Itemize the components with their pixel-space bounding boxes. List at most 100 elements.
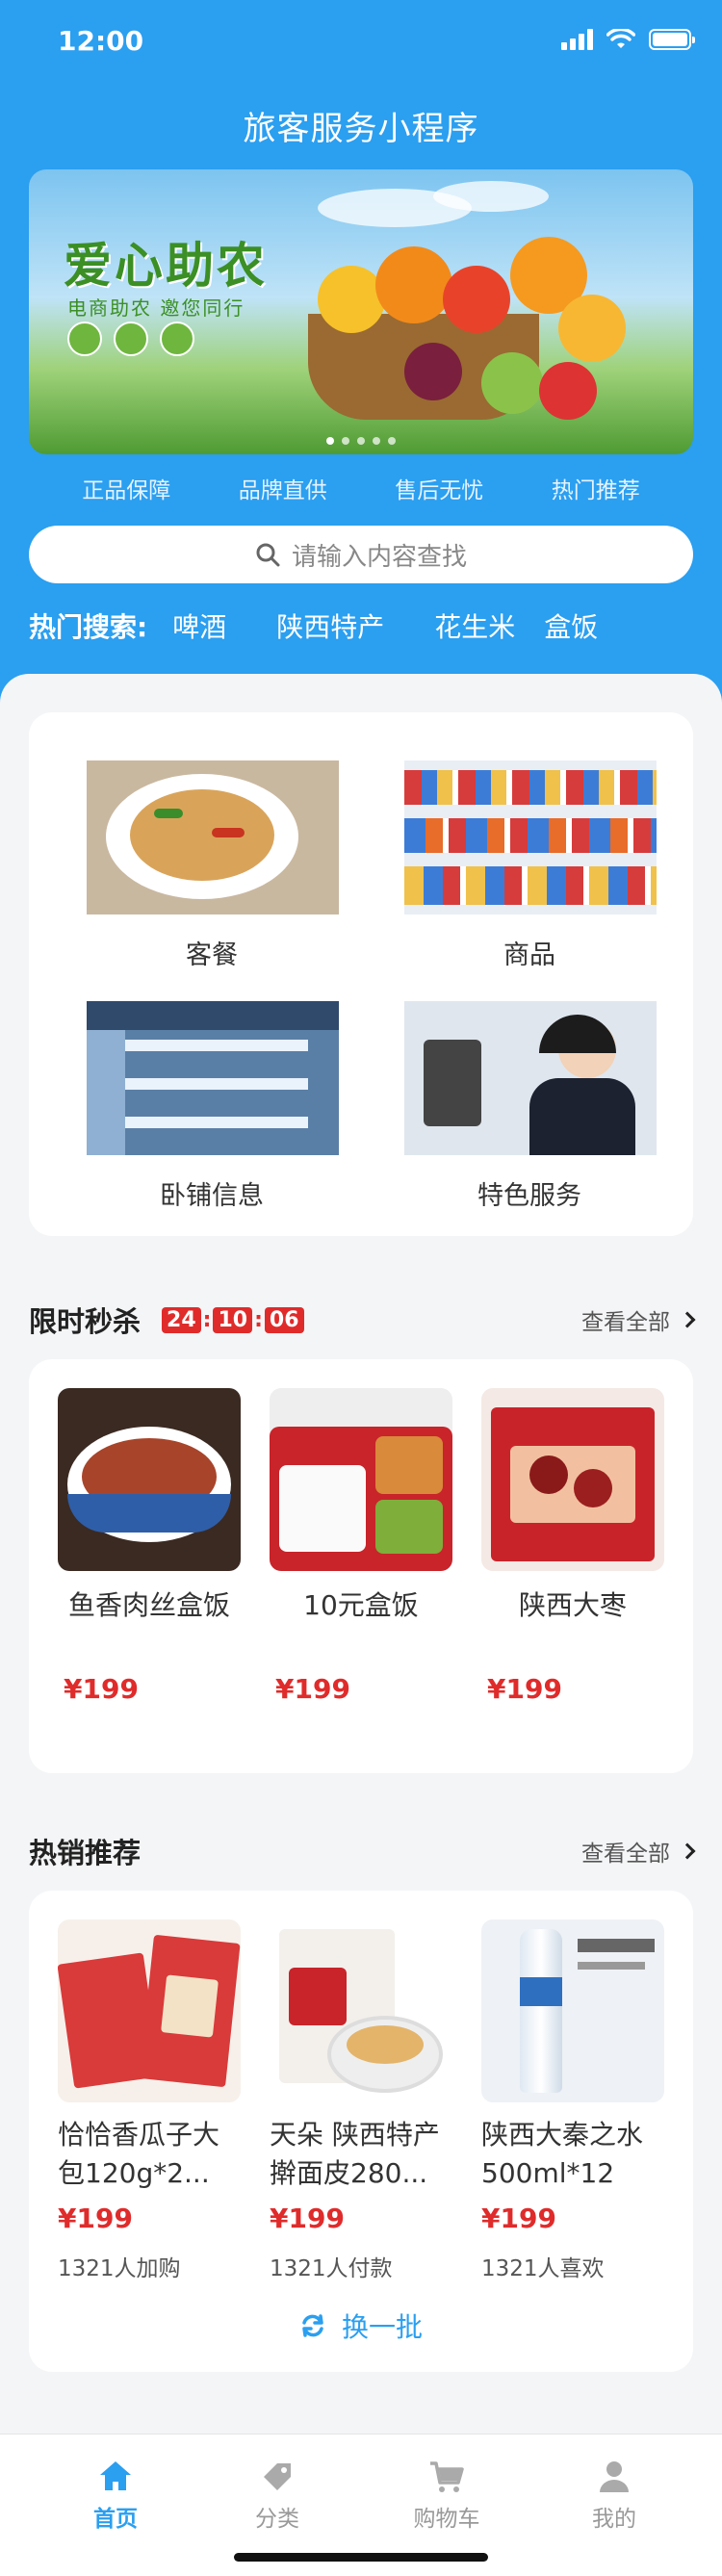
refresh-button[interactable]: 换一批 (29, 2306, 693, 2345)
banner-subtitle: 电商助农 邀您同行 (67, 296, 245, 320)
search-icon (256, 543, 280, 567)
tab-label: 购物车 (413, 2507, 480, 2532)
status-bar: 12:00 (0, 0, 722, 85)
product-price: ¥199 (275, 1673, 350, 1705)
countdown-timer: 24 : 10 : 06 (162, 1306, 304, 1333)
product-name: 10元盒饭 (303, 1589, 419, 1621)
hot-sale-list: 恰恰香瓜子大包120g*2... ¥199 1321人加购 天朵 陕西特产擀面皮… (29, 1891, 693, 2372)
category-special-service[interactable]: 特色服务 (404, 1001, 657, 1212)
category-dining[interactable]: 客餐 (87, 760, 339, 971)
hot-sale-header: 热销推荐 查看全部 (29, 1831, 696, 1871)
cart-icon (430, 2461, 464, 2492)
countdown-seconds: 06 (264, 1306, 304, 1333)
fruit-basket-image (289, 227, 655, 439)
chevron-right-icon (679, 1311, 696, 1328)
category-label: 客餐 (186, 940, 238, 970)
store-shelf-image (404, 760, 657, 914)
category-grid: 客餐 商品 卧铺信息 特色服务 (29, 712, 693, 1236)
product-price: ¥199 (481, 2202, 556, 2234)
hot-search-bar: 热门搜索: 啤酒 陕西特产 花生米 盒饭 (29, 606, 648, 645)
status-time: 12:00 (58, 25, 144, 57)
product-stat: 1321人付款 (270, 2256, 393, 2281)
feature-genuine: 正品保障 (82, 478, 171, 503)
search-placeholder: 请输入内容查找 (291, 542, 467, 572)
product-image (270, 1388, 452, 1571)
feature-after-sale: 售后无忧 (395, 478, 484, 503)
flash-sale-header: 限时秒杀 24 : 10 : 06 查看全部 (29, 1300, 696, 1340)
product-name: 鱼香肉丝盒饭 (67, 1589, 230, 1621)
countdown-hours: 24 (162, 1306, 201, 1333)
tab-category[interactable]: 分类 (229, 2458, 325, 2533)
flash-sale-view-all[interactable]: 查看全部 (581, 1303, 696, 1336)
product-card[interactable]: 陕西大秦之水500ml*12 ¥199 1321人喜欢 (481, 1919, 664, 2282)
product-price: ¥199 (487, 1673, 562, 1705)
product-card[interactable]: 恰恰香瓜子大包120g*2... ¥199 1321人加购 (58, 1919, 241, 2282)
category-sleeper[interactable]: 卧铺信息 (87, 1001, 339, 1212)
product-name: 恰恰香瓜子大包120g*2... (58, 2119, 220, 2189)
tag-icon (264, 2463, 291, 2490)
status-icons (561, 29, 695, 50)
product-image (58, 1919, 241, 2102)
sleeper-berth-image (87, 1001, 339, 1155)
product-card[interactable]: 鱼香肉丝盒饭 ¥199 (58, 1388, 241, 1705)
banner-pagination (29, 437, 693, 445)
attendant-service-image (404, 1001, 657, 1155)
banner-badges (67, 322, 194, 356)
tab-label: 分类 (255, 2507, 299, 2532)
product-price: ¥199 (270, 2202, 345, 2234)
tab-home[interactable]: 首页 (67, 2458, 164, 2533)
countdown-minutes: 10 (213, 1306, 253, 1333)
banner-title: 爱心助农 (64, 238, 268, 294)
tab-profile[interactable]: 我的 (566, 2458, 662, 2533)
product-card[interactable]: 陕西大枣 ¥199 (481, 1388, 664, 1705)
home-indicator (234, 2553, 488, 2562)
hot-search-word[interactable]: 陕西特产 (276, 606, 384, 645)
category-label: 卧铺信息 (160, 1181, 264, 1211)
promo-banner[interactable]: 爱心助农 电商助农 邀您同行 (29, 169, 693, 454)
flash-sale-title-row: 限时秒杀 24 : 10 : 06 (29, 1300, 304, 1340)
feature-recommend: 热门推荐 (551, 478, 640, 503)
product-name: 陕西大秦之水500ml*12 (481, 2119, 644, 2189)
hot-search-label: 热门搜索: (29, 611, 148, 643)
product-name: 天朵 陕西特产擀面皮280... (270, 2119, 440, 2189)
feature-strip: 正品保障 品牌直供 售后无忧 热门推荐 (29, 472, 693, 504)
tab-label: 我的 (592, 2507, 636, 2532)
flash-sale-title: 限时秒杀 (29, 1305, 142, 1338)
product-price: ¥199 (64, 1673, 139, 1705)
noodle-dish-image (87, 760, 339, 914)
product-image (481, 1388, 664, 1571)
view-all-label: 查看全部 (581, 1310, 670, 1335)
main-content: 客餐 商品 卧铺信息 特色服务 限时秒杀 24: 10: 06 查看全部 鱼… (0, 674, 722, 2435)
hot-search-word[interactable]: 盒饭 (544, 606, 598, 645)
product-image (481, 1919, 664, 2102)
user-icon (600, 2461, 629, 2492)
search-input[interactable]: 请输入内容查找 (29, 526, 693, 583)
signal-icon (561, 29, 593, 50)
home-icon (100, 2461, 131, 2490)
hot-search-word[interactable]: 花生米 (434, 606, 515, 645)
hot-sale-title: 热销推荐 (29, 1837, 142, 1869)
chevron-right-icon (679, 1842, 696, 1860)
tab-cart[interactable]: 购物车 (399, 2458, 495, 2533)
product-card[interactable]: 10元盒饭 ¥199 (270, 1388, 452, 1705)
hot-search-word[interactable]: 啤酒 (172, 606, 226, 645)
product-card[interactable]: 天朵 陕西特产擀面皮280... ¥199 1321人付款 (270, 1919, 452, 2282)
flash-sale-list: 鱼香肉丝盒饭 ¥199 10元盒饭 ¥199 陕西大枣 ¥199 (29, 1359, 693, 1773)
refresh-icon (302, 2314, 323, 2337)
product-name: 陕西大枣 (518, 1589, 627, 1621)
category-goods[interactable]: 商品 (404, 760, 657, 971)
wifi-icon (606, 29, 635, 48)
product-image (270, 1919, 452, 2102)
category-label: 特色服务 (477, 1181, 581, 1211)
battery-icon (649, 29, 695, 50)
product-image (58, 1388, 241, 1571)
product-stat: 1321人加购 (58, 2256, 181, 2281)
refresh-label: 换一批 (341, 2311, 423, 2343)
product-stat: 1321人喜欢 (481, 2256, 605, 2281)
feature-brand: 品牌直供 (238, 478, 327, 503)
product-price: ¥199 (58, 2202, 133, 2234)
category-label: 商品 (503, 940, 555, 970)
tab-label: 首页 (93, 2507, 138, 2532)
hot-sale-view-all[interactable]: 查看全部 (581, 1835, 696, 1868)
app-title: 旅客服务小程序 (243, 110, 479, 148)
